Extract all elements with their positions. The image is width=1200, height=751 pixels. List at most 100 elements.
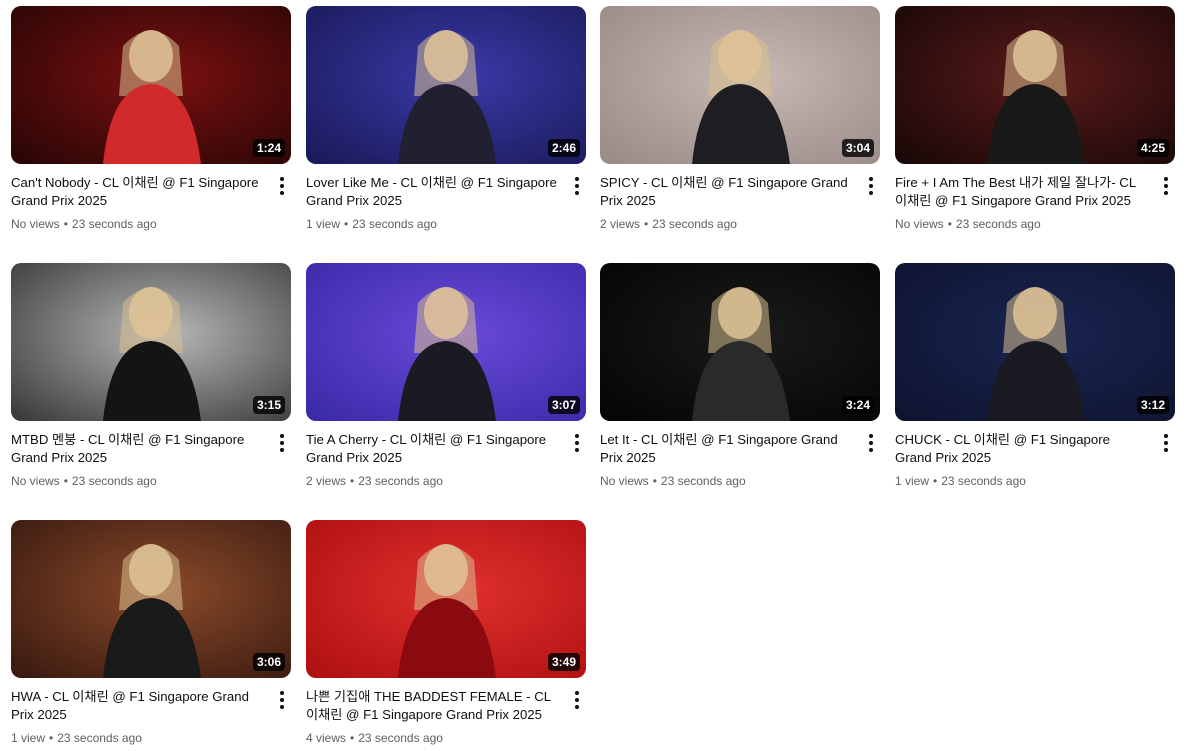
view-count: No views — [600, 474, 649, 488]
meta-separator: • — [947, 217, 952, 231]
video-card[interactable]: 3:12 CHUCK - CL 이채린 @ F1 Singapore Grand… — [895, 263, 1175, 489]
vertical-ellipsis-icon[interactable] — [275, 690, 289, 710]
meta-separator: • — [63, 474, 68, 488]
view-count: No views — [11, 217, 60, 231]
thumbnail-image — [306, 263, 586, 421]
video-thumbnail[interactable]: 3:06 — [11, 520, 291, 678]
upload-age: 23 seconds ago — [652, 217, 737, 231]
video-card[interactable]: 3:49 나쁜 기집애 THE BADDEST FEMALE - CL 이채린 … — [306, 520, 586, 746]
video-thumbnail[interactable]: 3:15 — [11, 263, 291, 421]
video-duration: 2:46 — [547, 139, 580, 157]
thumbnail-image — [600, 263, 880, 421]
video-title[interactable]: Fire + I Am The Best 내가 제일 잘나가- CL 이채린 @… — [895, 174, 1149, 210]
meta-separator: • — [344, 217, 349, 231]
meta-separator: • — [644, 217, 649, 231]
video-card[interactable]: 3:07 Tie A Cherry - CL 이채린 @ F1 Singapor… — [306, 263, 586, 489]
view-count: 4 views — [306, 731, 347, 745]
video-metadata: 1 view • 23 seconds ago — [895, 473, 1175, 489]
vertical-ellipsis-icon[interactable] — [1159, 176, 1173, 196]
view-count: 1 view — [895, 474, 930, 488]
meta-separator: • — [63, 217, 68, 231]
video-metadata: No views • 23 seconds ago — [11, 473, 291, 489]
view-count: 1 view — [11, 731, 46, 745]
thumbnail-image — [11, 263, 291, 421]
upload-age: 23 seconds ago — [71, 474, 157, 488]
video-title[interactable]: HWA - CL 이채린 @ F1 Singapore Grand Prix 2… — [11, 688, 265, 724]
vertical-ellipsis-icon[interactable] — [864, 176, 878, 196]
meta-separator: • — [350, 474, 355, 488]
meta-separator: • — [350, 731, 355, 745]
video-metadata: No views • 23 seconds ago — [895, 216, 1175, 232]
vertical-ellipsis-icon[interactable] — [570, 176, 584, 196]
thumbnail-image — [306, 520, 586, 678]
video-metadata: 2 views • 23 seconds ago — [600, 216, 880, 232]
video-card[interactable]: 3:15 MTBD 멘붕 - CL 이채린 @ F1 Singapore Gra… — [11, 263, 291, 489]
video-title[interactable]: SPICY - CL 이채린 @ F1 Singapore Grand Prix… — [600, 174, 854, 210]
video-thumbnail[interactable]: 1:24 — [11, 6, 291, 164]
thumbnail-image — [600, 6, 880, 164]
video-card[interactable]: 4:25 Fire + I Am The Best 내가 제일 잘나가- CL … — [895, 6, 1175, 232]
video-duration: 3:06 — [252, 653, 285, 671]
video-thumbnail[interactable]: 3:49 — [306, 520, 586, 678]
vertical-ellipsis-icon[interactable] — [570, 433, 584, 453]
video-thumbnail[interactable]: 3:12 — [895, 263, 1175, 421]
upload-age: 23 seconds ago — [941, 474, 1026, 488]
video-title[interactable]: MTBD 멘붕 - CL 이채린 @ F1 Singapore Grand Pr… — [11, 431, 265, 467]
video-title[interactable]: Let It - CL 이채린 @ F1 Singapore Grand Pri… — [600, 431, 854, 467]
video-duration: 3:49 — [547, 653, 580, 671]
thumbnail-image — [895, 6, 1175, 164]
video-card[interactable]: 3:04 SPICY - CL 이채린 @ F1 Singapore Grand… — [600, 6, 880, 232]
video-metadata: 1 view • 23 seconds ago — [306, 216, 586, 232]
video-thumbnail[interactable]: 3:24 — [600, 263, 880, 421]
vertical-ellipsis-icon[interactable] — [275, 433, 289, 453]
upload-age: 23 seconds ago — [57, 731, 142, 745]
upload-age: 23 seconds ago — [955, 217, 1041, 231]
video-metadata: No views • 23 seconds ago — [11, 216, 291, 232]
video-metadata: No views • 23 seconds ago — [600, 473, 880, 489]
upload-age: 23 seconds ago — [71, 217, 157, 231]
video-duration: 3:15 — [252, 396, 285, 414]
thumbnail-image — [895, 263, 1175, 421]
video-title[interactable]: Can't Nobody - CL 이채린 @ F1 Singapore Gra… — [11, 174, 265, 210]
upload-age: 23 seconds ago — [352, 217, 437, 231]
video-thumbnail[interactable]: 2:46 — [306, 6, 586, 164]
view-count: 2 views — [306, 474, 347, 488]
video-card[interactable]: 2:46 Lover Like Me - CL 이채린 @ F1 Singapo… — [306, 6, 586, 232]
video-duration: 3:07 — [547, 396, 580, 414]
video-title[interactable]: CHUCK - CL 이채린 @ F1 Singapore Grand Prix… — [895, 431, 1149, 467]
vertical-ellipsis-icon[interactable] — [1159, 433, 1173, 453]
upload-age: 23 seconds ago — [358, 731, 443, 745]
thumbnail-image — [11, 6, 291, 164]
video-duration: 3:04 — [841, 139, 874, 157]
video-thumbnail[interactable]: 4:25 — [895, 6, 1175, 164]
video-title[interactable]: Tie A Cherry - CL 이채린 @ F1 Singapore Gra… — [306, 431, 560, 467]
video-thumbnail[interactable]: 3:07 — [306, 263, 586, 421]
meta-separator: • — [933, 474, 938, 488]
video-title[interactable]: 나쁜 기집애 THE BADDEST FEMALE - CL 이채린 @ F1 … — [306, 688, 560, 724]
video-title[interactable]: Lover Like Me - CL 이채린 @ F1 Singapore Gr… — [306, 174, 560, 210]
video-card[interactable]: 3:24 Let It - CL 이채린 @ F1 Singapore Gran… — [600, 263, 880, 489]
upload-age: 23 seconds ago — [358, 474, 443, 488]
thumbnail-image — [306, 6, 586, 164]
vertical-ellipsis-icon[interactable] — [275, 176, 289, 196]
vertical-ellipsis-icon[interactable] — [570, 690, 584, 710]
video-duration: 4:25 — [1136, 139, 1169, 157]
video-metadata: 4 views • 23 seconds ago — [306, 730, 586, 746]
video-metadata: 1 view • 23 seconds ago — [11, 730, 291, 746]
meta-separator: • — [49, 731, 54, 745]
video-card[interactable]: 1:24 Can't Nobody - CL 이채린 @ F1 Singapor… — [11, 6, 291, 232]
view-count: No views — [895, 217, 944, 231]
video-duration: 1:24 — [252, 139, 285, 157]
view-count: 2 views — [600, 217, 641, 231]
thumbnail-image — [11, 520, 291, 678]
video-duration: 3:12 — [1136, 396, 1169, 414]
video-duration: 3:24 — [841, 396, 874, 414]
view-count: 1 view — [306, 217, 341, 231]
view-count: No views — [11, 474, 60, 488]
upload-age: 23 seconds ago — [660, 474, 746, 488]
meta-separator: • — [652, 474, 657, 488]
vertical-ellipsis-icon[interactable] — [864, 433, 878, 453]
video-card[interactable]: 3:06 HWA - CL 이채린 @ F1 Singapore Grand P… — [11, 520, 291, 746]
video-thumbnail[interactable]: 3:04 — [600, 6, 880, 164]
video-metadata: 2 views • 23 seconds ago — [306, 473, 586, 489]
